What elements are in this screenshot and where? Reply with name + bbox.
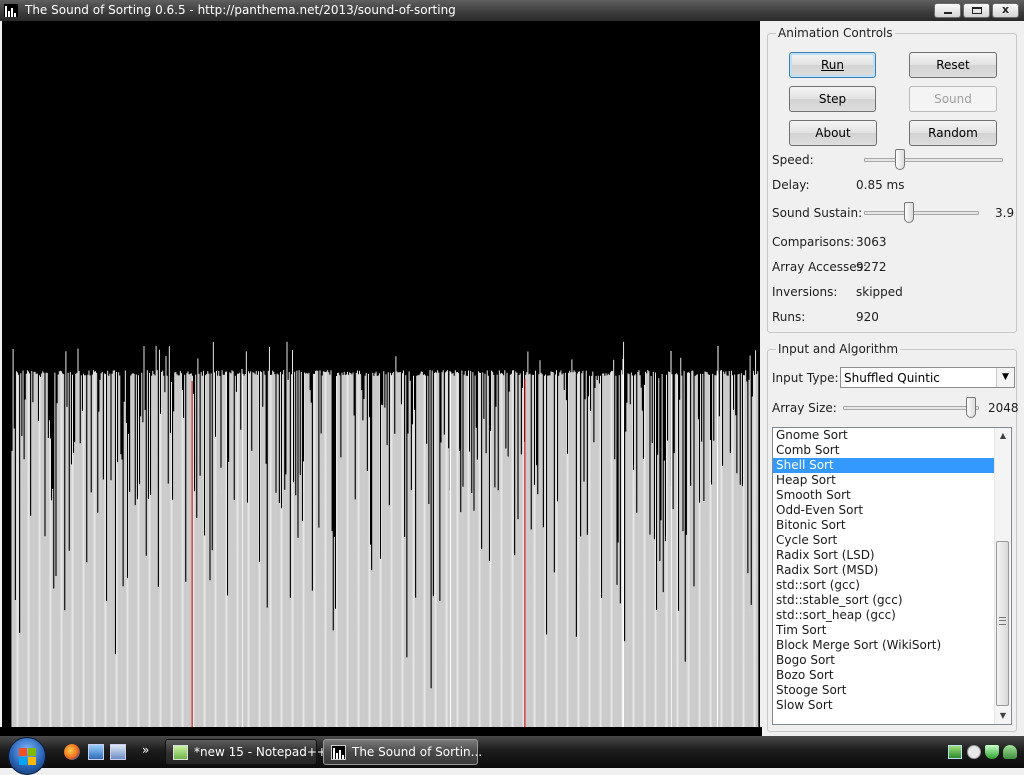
array-size-slider-thumb[interactable]	[966, 397, 976, 418]
animation-controls-group: Animation Controls Run Reset Step Sound …	[767, 26, 1017, 333]
minimize-icon	[944, 12, 952, 14]
taskbar: » *new 15 - Notepad++ The Sound of Sorti…	[0, 736, 1024, 775]
security-shield-icon[interactable]	[985, 745, 999, 759]
random-button[interactable]: Random	[909, 120, 997, 146]
list-item[interactable]: std::sort (gcc)	[773, 578, 995, 593]
sound-button[interactable]: Sound	[909, 86, 997, 112]
firefox-icon[interactable]	[64, 744, 80, 760]
dropdown-arrow-icon[interactable]: ▼	[996, 368, 1014, 387]
maximize-button[interactable]	[963, 3, 990, 18]
run-button[interactable]: Run	[789, 52, 876, 78]
algorithm-list[interactable]: Gnome Sort Comb Sort Shell Sort Heap Sort Sm…	[772, 427, 1012, 725]
network-icon[interactable]	[948, 745, 962, 759]
close-icon: x	[1001, 3, 1010, 16]
scrollbar-thumb[interactable]	[996, 541, 1009, 706]
speed-label: Speed:	[772, 153, 814, 167]
list-item[interactable]: std::sort_heap (gcc)	[773, 608, 995, 623]
list-item[interactable]: Stooge Sort	[773, 683, 995, 698]
reset-button[interactable]: Reset	[909, 52, 997, 78]
comparisons-value: 3063	[856, 235, 887, 249]
inversions-label: Inversions:	[772, 285, 838, 299]
array-size-label: Array Size:	[772, 401, 837, 415]
list-item[interactable]: Smooth Sort	[773, 488, 995, 503]
user-status-icon[interactable]	[1003, 745, 1017, 759]
sorting-visualization	[2, 21, 760, 727]
list-item[interactable]: Gnome Sort	[773, 428, 995, 443]
input-type-value: Shuffled Quintic	[844, 371, 940, 385]
control-panel: Animation Controls Run Reset Step Sound …	[762, 21, 1024, 736]
list-item[interactable]: Bozo Sort	[773, 668, 995, 683]
algorithm-list-scrollbar[interactable]: ▲ ▼	[994, 428, 1011, 724]
chat-icon[interactable]	[967, 745, 981, 759]
array-accesses-value: 9272	[856, 260, 887, 274]
list-item[interactable]: std::stable_sort (gcc)	[773, 593, 995, 608]
animation-controls-legend: Animation Controls	[776, 26, 895, 40]
switch-windows-icon[interactable]	[110, 744, 126, 760]
sound-of-sorting-icon	[331, 745, 346, 760]
delay-value: 0.85 ms	[856, 178, 905, 192]
list-item[interactable]: Odd-Even Sort	[773, 503, 995, 518]
input-type-label: Input Type:	[772, 371, 839, 385]
minimize-button[interactable]	[934, 3, 961, 18]
taskbar-item-notepad[interactable]: *new 15 - Notepad++	[165, 739, 327, 765]
windows-logo-icon	[19, 748, 27, 756]
title-bar[interactable]: The Sound of Sorting 0.6.5 - http://pant…	[0, 0, 1024, 21]
inversions-value: skipped	[856, 285, 903, 299]
taskbar-item-sound-of-sorting[interactable]: The Sound of Sortin...	[323, 739, 482, 765]
input-algorithm-legend: Input and Algorithm	[776, 342, 901, 356]
array-bars	[2, 21, 760, 727]
window-title: The Sound of Sorting 0.6.5 - http://pant…	[25, 3, 456, 17]
about-button[interactable]: About	[789, 120, 877, 146]
quick-launch-overflow-button[interactable]: »	[142, 743, 149, 757]
sound-sustain-slider-thumb[interactable]	[904, 202, 914, 223]
runs-label: Runs:	[772, 310, 806, 324]
system-tray	[944, 736, 1024, 768]
list-item[interactable]: Bogo Sort	[773, 653, 995, 668]
show-desktop-icon[interactable]	[88, 744, 104, 760]
list-item[interactable]: Bitonic Sort	[773, 518, 995, 533]
runs-value: 920	[856, 310, 879, 324]
list-item[interactable]: Cycle Sort	[773, 533, 995, 548]
start-button[interactable]	[8, 737, 46, 775]
scrollbar-grip-icon	[999, 617, 1006, 625]
notepad-icon	[173, 745, 188, 760]
list-item[interactable]: Heap Sort	[773, 473, 995, 488]
taskbar-item-label: *new 15 - Notepad++	[194, 745, 327, 759]
sound-sustain-track[interactable]	[864, 211, 979, 215]
list-item[interactable]: Comb Sort	[773, 443, 995, 458]
array-size-value: 2048	[988, 401, 1019, 415]
list-item[interactable]: Radix Sort (LSD)	[773, 548, 995, 563]
close-button[interactable]: x	[992, 3, 1019, 18]
array-accesses-label: Array Accesses:	[772, 260, 867, 274]
input-type-select[interactable]: Shuffled Quintic ▼	[840, 367, 1015, 388]
list-item[interactable]: Shell Sort	[773, 458, 995, 473]
delay-label: Delay:	[772, 178, 810, 192]
speed-slider-thumb[interactable]	[895, 149, 905, 170]
scroll-down-icon[interactable]: ▼	[995, 708, 1011, 724]
list-item[interactable]: Block Merge Sort (WikiSort)	[773, 638, 995, 653]
sound-sustain-label: Sound Sustain:	[772, 206, 863, 220]
list-item[interactable]: Tim Sort	[773, 623, 995, 638]
step-button[interactable]: Step	[789, 86, 876, 112]
scroll-up-icon[interactable]: ▲	[995, 428, 1011, 444]
maximize-icon	[972, 7, 982, 14]
taskbar-item-label: The Sound of Sortin...	[352, 745, 483, 759]
visualization-border	[0, 727, 762, 736]
sound-sustain-value: 3.9	[995, 206, 1015, 220]
input-algorithm-group: Input and Algorithm Input Type: Shuffled…	[767, 342, 1019, 732]
speed-track[interactable]	[864, 158, 1003, 162]
app-icon[interactable]	[4, 4, 18, 17]
list-item[interactable]: Radix Sort (MSD)	[773, 563, 995, 578]
algorithm-items: Gnome Sort Comb Sort Shell Sort Heap Sort Sm…	[773, 428, 995, 713]
list-item[interactable]: Slow Sort	[773, 698, 995, 713]
array-size-track[interactable]	[843, 406, 979, 410]
comparisons-label: Comparisons:	[772, 235, 855, 249]
